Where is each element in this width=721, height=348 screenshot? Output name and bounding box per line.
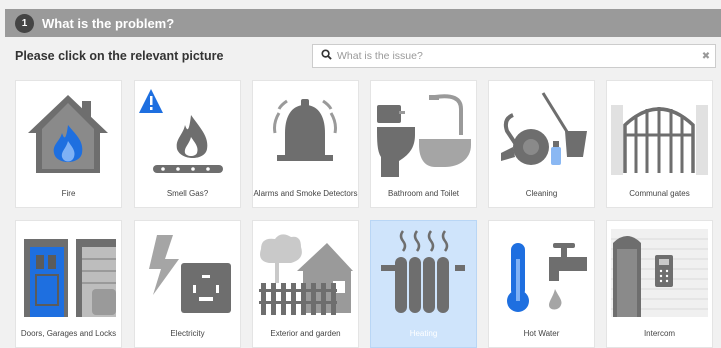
search-icon [321, 47, 332, 65]
tile-label: Hot Water [523, 329, 560, 338]
bathroom-icon [375, 85, 472, 181]
intercom-icon [611, 225, 708, 321]
garden-icon [257, 225, 354, 321]
tile-label: Cleaning [525, 189, 558, 198]
tile-cleaning[interactable]: Cleaning [488, 80, 595, 208]
tile-doors-garages-locks[interactable]: Doors, Garages and Locks [15, 220, 122, 348]
tile-label: Electricity [170, 329, 205, 338]
instruction-text: Please click on the relevant picture [15, 49, 224, 63]
tile-communal-gates[interactable]: Communal gates [606, 80, 713, 208]
tile-label: Fire [61, 189, 76, 198]
gates-icon [611, 85, 708, 181]
tile-electricity[interactable]: Electricity [134, 220, 241, 348]
fire-house-icon [20, 85, 117, 181]
tile-label: Doors, Garages and Locks [20, 329, 117, 338]
tile-label: Smell Gas? [166, 189, 209, 198]
tile-label: Alarms and Smoke Detectors [253, 189, 358, 198]
tile-exterior-garden[interactable]: Exterior and garden [252, 220, 359, 348]
section-title: What is the problem? [42, 15, 175, 31]
section-header: 1 What is the problem? [5, 9, 721, 37]
radiator-icon [375, 225, 472, 321]
tile-label: Exterior and garden [270, 329, 341, 338]
electric-socket-icon [139, 225, 236, 321]
tile-fire[interactable]: Fire [15, 80, 122, 208]
gas-flame-icon [139, 85, 236, 181]
search-input[interactable] [337, 50, 697, 62]
tile-label: Heating [409, 329, 438, 338]
alarm-bell-icon [257, 85, 354, 181]
tile-intercom[interactable]: Intercom [606, 220, 713, 348]
cleaning-icon [493, 85, 590, 181]
step-number-badge: 1 [15, 13, 34, 33]
tile-hot-water[interactable]: Hot Water [488, 220, 595, 348]
tile-heating[interactable]: Heating [370, 220, 477, 348]
door-garage-icon [20, 225, 117, 321]
tile-smell-gas[interactable]: Smell Gas? [134, 80, 241, 208]
tile-bathroom[interactable]: Bathroom and Toilet [370, 80, 477, 208]
search-box[interactable]: ✖ [312, 44, 716, 68]
tile-label: Bathroom and Toilet [387, 189, 459, 198]
tile-label: Intercom [643, 329, 676, 338]
clear-icon[interactable]: ✖ [697, 51, 715, 62]
tile-alarms[interactable]: Alarms and Smoke Detectors [252, 80, 359, 208]
hot-water-icon [493, 225, 590, 321]
tile-label: Communal gates [629, 189, 690, 198]
